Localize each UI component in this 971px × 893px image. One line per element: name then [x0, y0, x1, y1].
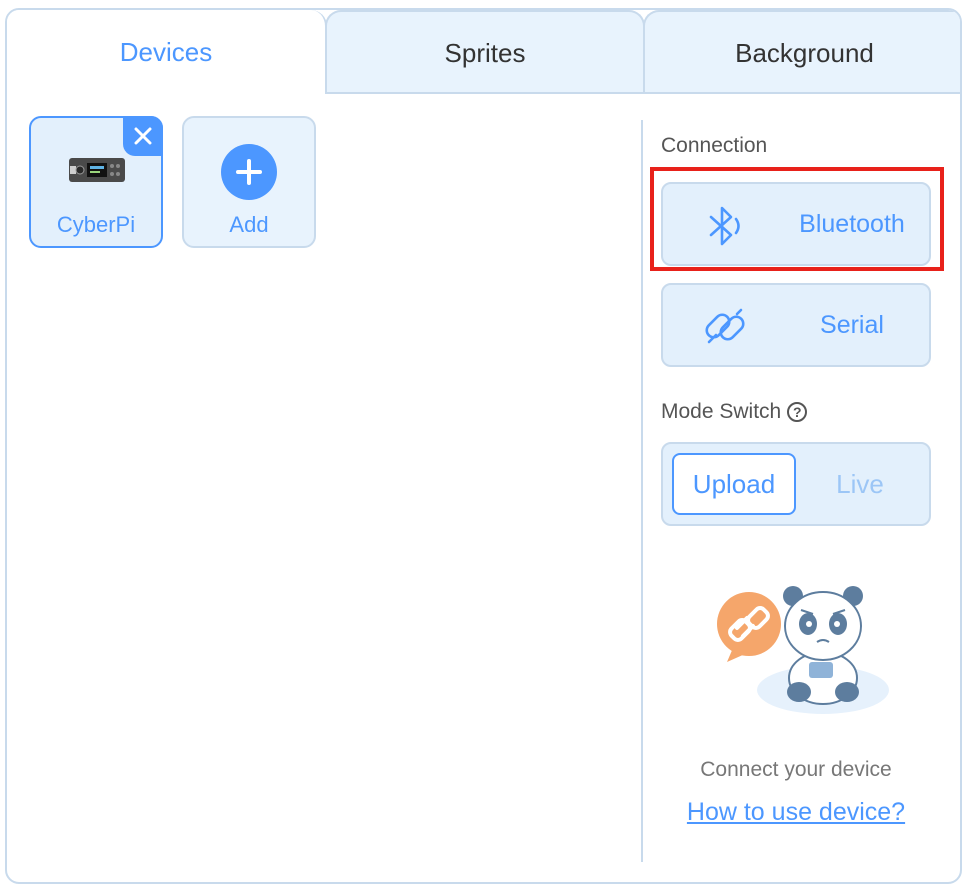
panda-illustration — [717, 586, 889, 714]
mode-live-option[interactable]: Live — [798, 453, 922, 515]
remove-device-button[interactable] — [123, 116, 163, 156]
mode-upload-option[interactable]: Upload — [672, 453, 796, 515]
tab-sprites[interactable]: Sprites — [325, 10, 645, 94]
device-card-cyberpi[interactable]: CyberPi — [29, 116, 163, 248]
tab-devices[interactable]: Devices — [7, 10, 327, 94]
plus-icon — [221, 144, 277, 200]
close-icon — [134, 127, 152, 145]
mode-switch-label: Mode Switch — [661, 400, 782, 423]
highlight-box — [650, 167, 944, 271]
serial-cable-icon — [705, 308, 745, 344]
help-icon[interactable]: ? — [787, 402, 808, 423]
add-label: Add — [229, 212, 269, 237]
connect-device-text: Connect your device — [700, 758, 892, 781]
how-to-use-device-link[interactable]: How to use device? — [661, 798, 931, 827]
add-device-button[interactable]: Add — [182, 116, 316, 248]
panel-divider — [641, 120, 643, 862]
tab-divider — [325, 92, 960, 94]
tab-background[interactable]: Background — [643, 10, 960, 94]
connection-label: Connection — [661, 134, 768, 157]
tab-bar: Devices Sprites Background — [7, 10, 960, 94]
serial-label: Serial — [820, 310, 884, 339]
device-label: CyberPi — [56, 212, 136, 237]
mode-switch: Upload Live — [661, 442, 931, 526]
serial-button[interactable]: Serial — [661, 283, 931, 367]
mode-switch-label-row: Mode Switch? — [661, 400, 808, 424]
cyberpi-board-icon — [69, 158, 125, 182]
